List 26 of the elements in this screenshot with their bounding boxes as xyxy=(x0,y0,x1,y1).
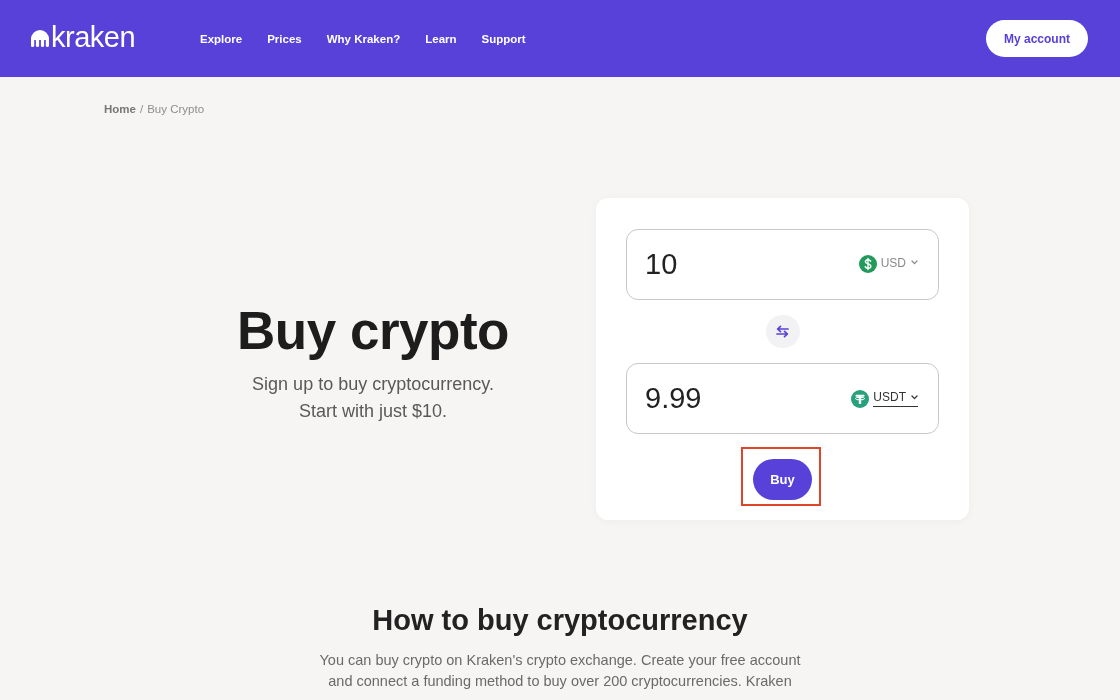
currency-selector[interactable]: USDT xyxy=(851,389,918,408)
breadcrumb-separator: / xyxy=(139,102,144,117)
caret-icon xyxy=(911,260,918,266)
currency-selector[interactable]: USD xyxy=(858,255,918,274)
buy-button[interactable]: Buy xyxy=(753,459,812,500)
breadcrumb-link[interactable]: Home xyxy=(104,102,136,117)
breadcrumb-current: Buy Crypto xyxy=(147,102,205,117)
nav-link[interactable]: Prices xyxy=(267,32,302,45)
tether-coin-icon xyxy=(851,389,870,408)
logo-wordmark: kraken xyxy=(51,21,136,52)
nav-link[interactable]: Why Kraken? xyxy=(326,32,401,45)
hero-subtitle: Sign up to buy cryptocurrency. Start with just $10. xyxy=(252,372,494,423)
nav-link[interactable]: Support xyxy=(481,32,526,45)
amount-field[interactable]: 10 USD xyxy=(626,229,939,300)
section-heading: How to buy cryptocurrency xyxy=(372,603,748,637)
nav-link[interactable]: Explore xyxy=(200,32,243,45)
swap-button[interactable] xyxy=(765,314,800,349)
caret-icon xyxy=(911,394,918,400)
swap-arrows-icon xyxy=(776,325,789,338)
section-paragraph: You can buy crypto on Kraken's crypto exchange. Create your free account and connect a funding method to buy over 200 cryptocurrencies. Kraken xyxy=(319,651,801,691)
amount-field[interactable]: 9.99 USDT xyxy=(626,363,939,434)
hero-title: Buy crypto xyxy=(237,301,509,360)
logo-icon xyxy=(31,30,49,47)
nav-link[interactable]: Learn xyxy=(425,32,457,45)
dollar-coin-icon xyxy=(858,255,877,274)
account-button[interactable]: My account xyxy=(986,20,1088,57)
